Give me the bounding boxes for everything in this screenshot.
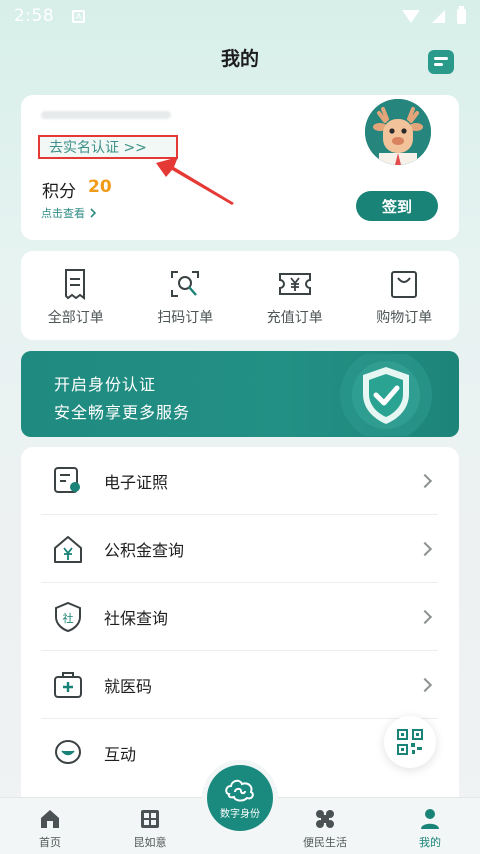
real-name-verify-link[interactable]: 去实名认证 >> [38, 135, 178, 159]
recharge-ticket-icon [278, 273, 311, 295]
svg-text:社: 社 [63, 611, 74, 625]
nav-home-label: 首页 [39, 836, 61, 849]
profile-card: 去实名认证 >> 积分 20 点击查看 签到 [21, 95, 459, 240]
shopping-bag-icon [391, 271, 418, 298]
status-bar: 2:58 A [0, 0, 480, 32]
status-icons [402, 5, 466, 24]
identity-banner[interactable]: 开启身份认证 安全畅享更多服务 [21, 351, 459, 437]
nav-kunruyi-label: 昆如意 [133, 836, 167, 849]
service-interaction-label: 互动 [104, 745, 137, 764]
housing-fund-icon [51, 532, 85, 566]
orders-card: 全部订单 扫码订单 充值订单 购物订单 [21, 251, 459, 340]
service-certificate-label: 电子证照 [104, 472, 169, 492]
life-services-icon [316, 810, 334, 828]
receipt-icon [64, 269, 85, 300]
nav-life[interactable]: 便民生活 [285, 798, 365, 854]
view-points-label: 点击查看 [41, 207, 85, 220]
order-recharge[interactable]: 充值订单 [240, 251, 350, 340]
wifi-icon [402, 9, 420, 23]
chevron-right-icon [417, 473, 433, 488]
nav-kunruyi[interactable]: 昆如意 [110, 798, 190, 854]
service-row-medical-code[interactable]: 就医码 [41, 651, 438, 719]
message-icon[interactable] [428, 50, 454, 74]
chat-icon [51, 736, 85, 770]
order-all-label: 全部订单 [47, 310, 104, 326]
certificate-icon [51, 464, 85, 498]
qr-code-float-button[interactable] [384, 716, 436, 768]
banner-title: 开启身份认证 [54, 375, 157, 394]
chevron-right-icon [417, 677, 433, 692]
medical-kit-icon [51, 668, 85, 702]
qr-code-icon [397, 729, 423, 755]
banner-subtitle: 安全畅享更多服务 [54, 403, 191, 422]
home-icon [41, 810, 59, 828]
page-title: 我的 [220, 48, 259, 70]
digital-identity-button[interactable]: 数字身份 [207, 765, 273, 831]
notification-a-icon: A [72, 9, 86, 23]
order-all[interactable]: 全部订单 [21, 251, 131, 340]
service-medical-code-label: 就医码 [104, 676, 153, 696]
user-name-blurred [41, 111, 171, 119]
reindeer-avatar-icon [365, 99, 431, 165]
annotation-arrow [156, 157, 234, 205]
checkin-button[interactable]: 签到 [356, 191, 438, 221]
points-value: 20 [88, 177, 112, 197]
points-label: 积分 [42, 182, 76, 202]
order-scan[interactable]: 扫码订单 [131, 251, 241, 340]
user-profile-icon [421, 809, 439, 829]
service-row-housing-fund[interactable]: 公积金查询 [41, 515, 438, 583]
nav-life-label: 便民生活 [303, 836, 347, 849]
order-scan-label: 扫码订单 [157, 310, 214, 326]
signal-icon [432, 9, 445, 23]
chevron-right-icon [90, 208, 97, 218]
avatar[interactable] [365, 99, 431, 165]
nav-home[interactable]: 首页 [10, 798, 90, 854]
service-housing-fund-label: 公积金查询 [104, 540, 185, 560]
chevron-right-icon [417, 541, 433, 556]
battery-icon [457, 5, 466, 24]
order-shopping-label: 购物订单 [376, 310, 433, 326]
view-points-link[interactable]: 点击查看 [41, 205, 97, 221]
nav-mine-label: 我的 [419, 836, 441, 849]
service-row-certificate[interactable]: 电子证照 [41, 447, 438, 515]
scan-icon [171, 271, 200, 297]
order-recharge-label: 充值订单 [266, 310, 323, 326]
service-row-social-security[interactable]: 社 社保查询 [41, 583, 438, 651]
digital-identity-label: 数字身份 [220, 809, 260, 820]
order-shopping[interactable]: 购物订单 [350, 251, 460, 340]
chevron-right-icon [417, 609, 433, 624]
status-time: 2:58 [14, 6, 55, 26]
service-social-security-label: 社保查询 [104, 608, 169, 628]
cloud-logo-icon [225, 779, 254, 802]
nav-mine[interactable]: 我的 [390, 798, 470, 854]
shield-check-icon [340, 354, 432, 436]
social-security-icon: 社 [51, 600, 85, 634]
kunruyi-icon [141, 810, 159, 828]
